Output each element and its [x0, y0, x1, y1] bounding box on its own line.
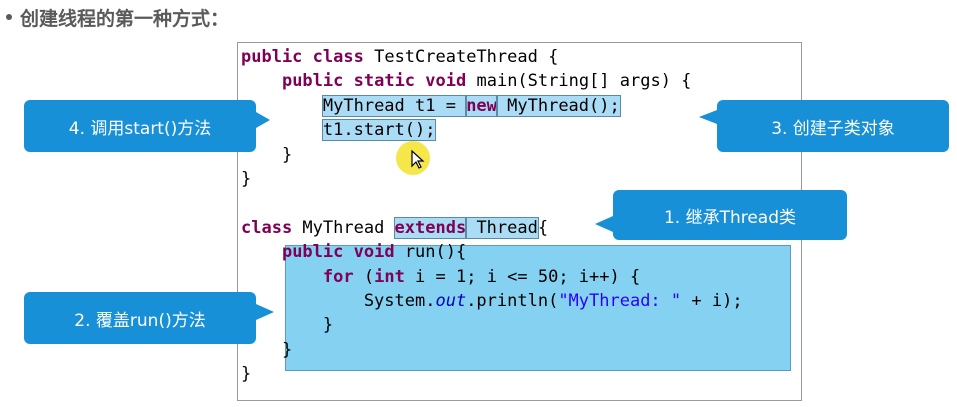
code-token: int	[374, 266, 405, 287]
callout-call-start: 4. 调用start()方法	[24, 100, 270, 152]
callout-create-subclass-object: 3. 创建子类对象	[699, 100, 949, 152]
callout-extend-thread-label: 1. 继承Thread类	[663, 207, 797, 228]
code-token: for	[322, 266, 354, 287]
callout-create-subclass-object-label: 3. 创建子类对象	[771, 118, 895, 139]
code-token: public	[281, 71, 344, 92]
highlighted-code-token: t1.start();	[321, 119, 437, 142]
code-token: i = 1; i <= 50; i++) {	[404, 266, 641, 287]
callout-tail	[256, 112, 270, 128]
code-token: class	[312, 47, 364, 67]
callout-tail	[699, 110, 717, 124]
code-token: MyThread	[292, 217, 395, 238]
code-token: (	[353, 266, 375, 287]
code-token: {	[537, 217, 549, 238]
code-token: + i);	[681, 291, 743, 311]
code-token: void	[425, 71, 467, 92]
code-token: "MyThread: "	[558, 291, 682, 311]
callout-tail	[256, 304, 274, 320]
code-line: System.out.println("MyThread: " + i);	[241, 289, 743, 313]
pointer-arrow-icon	[411, 150, 425, 169]
code-token: out	[435, 291, 467, 311]
highlighted-code-token: new	[465, 94, 498, 117]
code-token: static	[353, 71, 416, 92]
code-line: for (int i = 1; i <= 50; i++) {	[241, 265, 640, 289]
code-token: TestCreateThread {	[363, 47, 559, 67]
code-line: public class TestCreateThread {	[241, 45, 558, 69]
code-token: .println(	[466, 291, 559, 311]
code-line: MyThread t1 = new MyThread();	[241, 94, 621, 118]
code-token: public	[281, 242, 344, 263]
highlighted-code-token: MyThread t1 =	[321, 94, 468, 117]
code-token: run(){	[394, 242, 467, 263]
code-token: class	[241, 217, 293, 238]
code-line: t1.start();	[241, 118, 437, 142]
highlighted-code-token: MyThread();	[495, 94, 621, 117]
code-token: main(String[] args) {	[466, 71, 692, 92]
callout-override-run-label: 2. 覆盖run()方法	[74, 310, 206, 331]
callout-tail	[595, 216, 613, 232]
code-line: public static void main(String[] args) {	[241, 69, 691, 93]
callout-override-run: 2. 覆盖run()方法	[24, 292, 274, 344]
section-heading-text: 创建线程的第一种方式：	[20, 7, 230, 30]
code-line: class MyThread extends Thread{	[241, 216, 548, 240]
highlighted-code-token: Thread	[465, 216, 539, 239]
code-line: }	[241, 362, 251, 386]
code-line: }	[241, 167, 251, 191]
code-token: }	[241, 364, 252, 385]
section-heading: 创建线程的第一种方式：	[2, 2, 229, 32]
code-token: void	[353, 242, 395, 263]
code-line: public void run(){	[241, 240, 466, 264]
code-token: }	[241, 169, 252, 189]
callout-call-start-label: 4. 调用start()方法	[68, 118, 212, 139]
code-token: public	[241, 47, 303, 67]
bullet-icon	[6, 14, 12, 20]
highlighted-code-token: extends	[393, 216, 468, 239]
callout-extend-thread: 1. 继承Thread类	[595, 190, 847, 240]
